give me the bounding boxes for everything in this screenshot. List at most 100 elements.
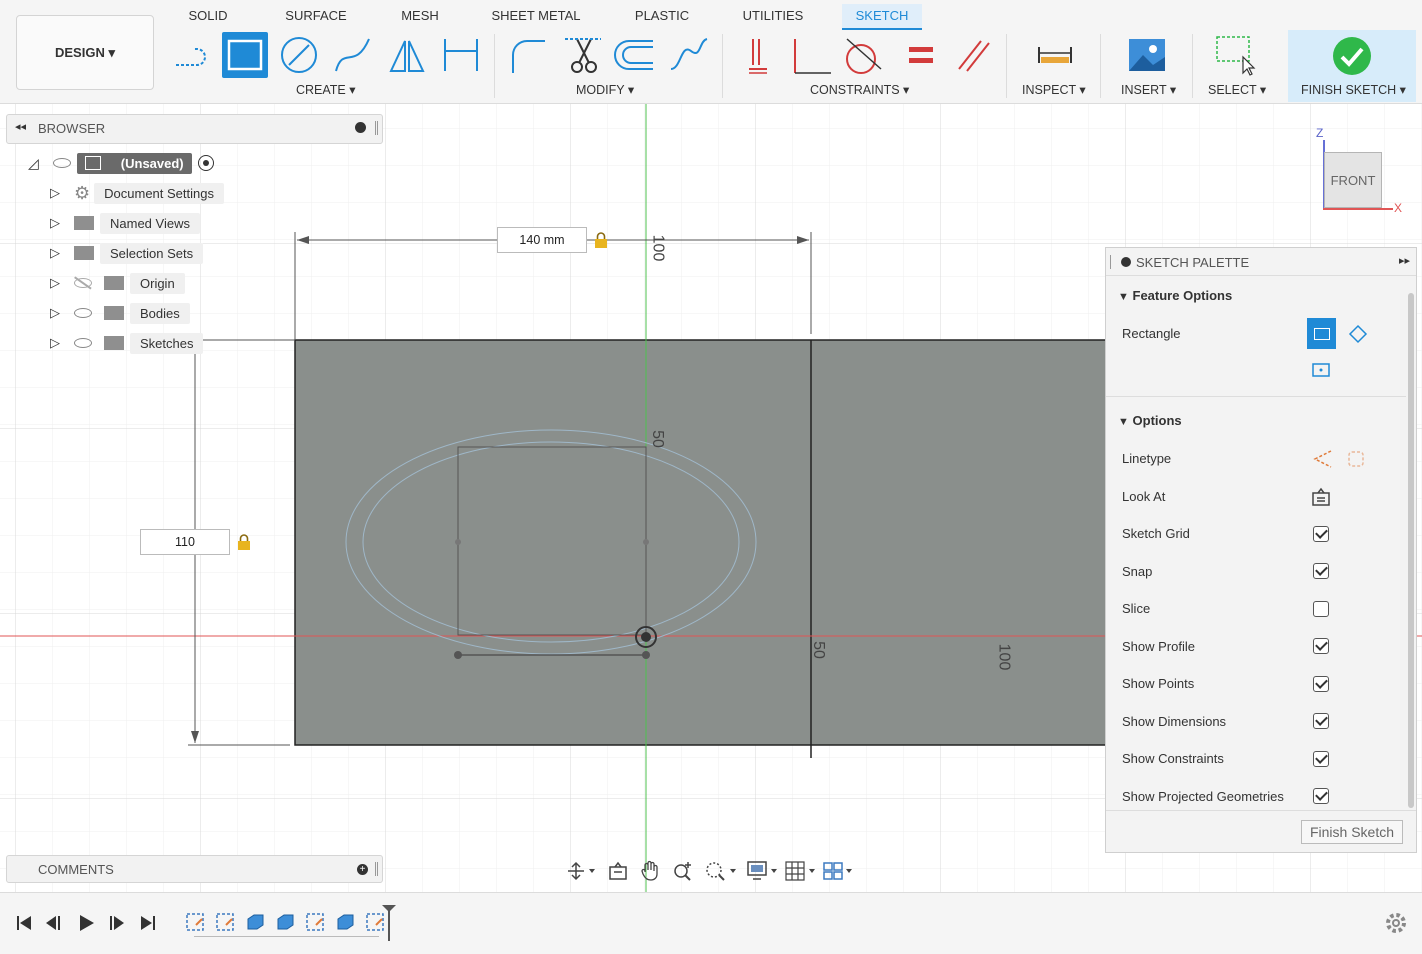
panel-drag-handle[interactable]	[1110, 255, 1112, 269]
tab-sheet-metal[interactable]: SHEET METAL	[486, 4, 586, 30]
collapse-panel-icon[interactable]: ◂◂	[15, 120, 26, 133]
circle-tool-icon[interactable]	[276, 32, 322, 78]
show-points-checkbox[interactable]	[1313, 676, 1329, 692]
sketch-profile[interactable]	[294, 339, 1116, 746]
finish-sketch-menu[interactable]: FINISH SKETCH ▾	[1301, 82, 1406, 97]
select-box-icon[interactable]	[1212, 32, 1258, 78]
tree-item-bodies[interactable]: ▷ Bodies	[50, 301, 190, 325]
inspect-menu[interactable]: INSPECT ▾	[1022, 82, 1086, 97]
tree-item-sketches[interactable]: ▷ Sketches	[50, 331, 204, 355]
trim-tool-icon[interactable]	[560, 32, 606, 78]
snap-checkbox[interactable]	[1313, 563, 1329, 579]
insert-image-icon[interactable]	[1124, 32, 1170, 78]
show-profile-checkbox[interactable]	[1313, 638, 1329, 654]
sketch-dimension-icon[interactable]	[438, 32, 484, 78]
palette-header[interactable]: SKETCH PALETTE ▸▸	[1106, 248, 1416, 276]
timeline-sketch-icon[interactable]	[214, 911, 236, 933]
activate-radio-icon[interactable]	[197, 155, 214, 171]
palette-options-icon[interactable]	[1121, 257, 1131, 267]
viewcube[interactable]: Z X FRONT	[1306, 124, 1416, 224]
conic-curve-icon[interactable]	[666, 32, 712, 78]
tree-item-named-views[interactable]: ▷ Named Views	[50, 211, 200, 235]
parallel-constraint-icon[interactable]	[950, 32, 996, 78]
collapse-triangle-icon[interactable]: ◿	[28, 155, 39, 172]
eye-icon[interactable]	[74, 338, 92, 348]
timeline-extrude-icon[interactable]	[334, 911, 356, 933]
look-at-icon[interactable]	[1311, 487, 1331, 507]
center-rectangle-icon[interactable]	[1311, 362, 1331, 378]
tree-item-origin[interactable]: ▷ Origin	[50, 271, 185, 295]
constraints-menu[interactable]: CONSTRAINTS ▾	[810, 82, 909, 97]
height-dimension-input[interactable]: 110	[140, 529, 230, 555]
eye-hidden-icon[interactable]	[74, 276, 92, 290]
add-comment-icon[interactable]: +	[357, 864, 368, 875]
zoom-icon[interactable]	[672, 860, 694, 882]
show-dimensions-checkbox[interactable]	[1313, 713, 1329, 729]
construction-linetype-icon[interactable]	[1311, 449, 1333, 469]
create-menu[interactable]: CREATE ▾	[296, 82, 356, 97]
rectangle-tool-icon[interactable]	[222, 32, 268, 78]
tab-surface[interactable]: SURFACE	[276, 4, 356, 30]
expand-panel-icon[interactable]: ▸▸	[1399, 254, 1410, 267]
select-menu[interactable]: SELECT ▾	[1208, 82, 1266, 97]
lock-icon[interactable]	[237, 534, 251, 550]
gear-icon[interactable]	[1384, 911, 1408, 935]
modify-menu[interactable]: MODIFY ▾	[576, 82, 634, 97]
show-constraints-checkbox[interactable]	[1313, 751, 1329, 767]
insert-menu[interactable]: INSERT ▾	[1121, 82, 1176, 97]
step-forward-icon[interactable]	[106, 913, 126, 933]
timeline-sketch-icon[interactable]	[304, 911, 326, 933]
look-at-icon[interactable]	[608, 861, 628, 881]
three-point-rectangle-icon[interactable]	[1348, 324, 1368, 344]
tab-plastic[interactable]: PLASTIC	[626, 4, 698, 30]
offset-tool-icon[interactable]	[612, 32, 658, 78]
spline-tool-icon[interactable]	[330, 32, 376, 78]
timeline-marker-icon[interactable]	[380, 903, 398, 943]
eye-icon[interactable]	[74, 308, 92, 318]
expand-triangle-icon[interactable]: ▷	[50, 215, 60, 231]
browser-options-icon[interactable]	[355, 122, 366, 133]
pan-hand-icon[interactable]	[640, 860, 660, 882]
equal-constraint-icon[interactable]	[896, 32, 942, 78]
sketch-grid-checkbox[interactable]	[1313, 526, 1329, 542]
tree-item-selection-sets[interactable]: ▷ Selection Sets	[50, 241, 204, 265]
feature-options-header[interactable]: ▼ Feature Options	[1118, 288, 1232, 303]
measure-icon[interactable]	[1032, 32, 1078, 78]
tree-item-document-settings[interactable]: ▷ ⚙ Document Settings	[50, 181, 224, 205]
viewcube-front-face[interactable]: FRONT	[1324, 152, 1382, 208]
expand-triangle-icon[interactable]: ▷	[50, 185, 60, 201]
eye-icon[interactable]	[52, 158, 71, 168]
tab-mesh[interactable]: MESH	[392, 4, 448, 30]
viewports-icon[interactable]	[822, 860, 856, 882]
tab-utilities[interactable]: UTILITIES	[738, 4, 808, 30]
tab-solid[interactable]: SOLID	[180, 4, 236, 30]
mirror-tool-icon[interactable]	[384, 32, 430, 78]
finish-sketch-panel[interactable]: FINISH SKETCH ▾	[1288, 30, 1416, 102]
play-icon[interactable]	[76, 913, 96, 933]
finish-sketch-button[interactable]: Finish Sketch	[1301, 820, 1403, 844]
tree-root[interactable]: ◿ (Unsaved)	[28, 151, 214, 175]
lock-icon[interactable]	[594, 232, 608, 248]
expand-triangle-icon[interactable]: ▷	[50, 275, 60, 291]
slice-checkbox[interactable]	[1313, 601, 1329, 617]
workspace-switcher[interactable]: DESIGN ▾	[16, 15, 154, 90]
panel-drag-handle[interactable]	[375, 862, 378, 876]
centerline-linetype-icon[interactable]	[1346, 449, 1366, 469]
panel-drag-handle[interactable]	[375, 121, 378, 135]
fillet-tool-icon[interactable]	[504, 32, 550, 78]
display-settings-icon[interactable]	[746, 860, 780, 882]
expand-triangle-icon[interactable]: ▷	[50, 305, 60, 321]
go-to-start-icon[interactable]	[14, 913, 34, 933]
grid-settings-icon[interactable]	[784, 860, 818, 882]
zoom-window-icon[interactable]	[704, 860, 738, 882]
perpendicular-constraint-icon[interactable]	[788, 32, 834, 78]
timeline-sketch-icon[interactable]	[184, 911, 206, 933]
fix-constraint-icon[interactable]	[734, 32, 780, 78]
palette-scrollbar[interactable]	[1408, 293, 1414, 808]
tab-sketch[interactable]: SKETCH	[842, 4, 922, 30]
two-point-rectangle-icon[interactable]	[1307, 318, 1336, 349]
go-to-end-icon[interactable]	[138, 913, 158, 933]
step-back-icon[interactable]	[44, 913, 64, 933]
width-dimension-input[interactable]: 140 mm	[497, 227, 587, 253]
line-tool-icon[interactable]	[170, 32, 216, 78]
